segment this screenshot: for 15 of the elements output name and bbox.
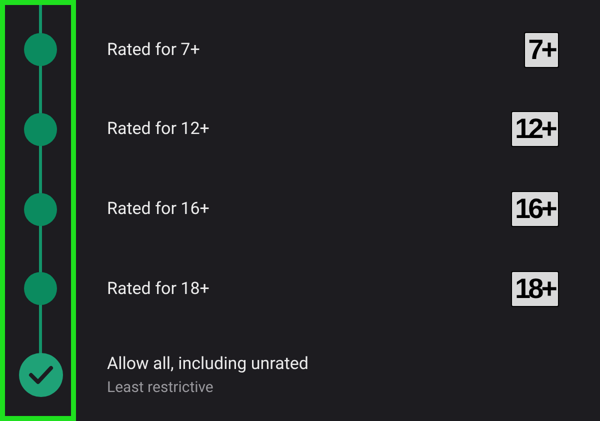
age-rating-badge: 7+ bbox=[524, 32, 559, 68]
age-rating-badge: 12+ bbox=[511, 111, 559, 148]
option-label[interactable]: Rated for 7+ bbox=[107, 40, 200, 60]
age-rating-badge: 18+ bbox=[511, 270, 559, 307]
rating-dot[interactable] bbox=[24, 112, 57, 146]
option-description: Least restrictive bbox=[107, 378, 214, 396]
rating-dot[interactable] bbox=[24, 272, 57, 306]
option-label[interactable]: Rated for 16+ bbox=[107, 199, 210, 220]
rating-dot[interactable] bbox=[24, 192, 57, 226]
option-label[interactable]: Rated for 18+ bbox=[107, 278, 210, 299]
option-label[interactable]: Rated for 12+ bbox=[107, 119, 210, 140]
age-rating-badge: 16+ bbox=[511, 191, 559, 228]
checkmark-icon[interactable] bbox=[18, 352, 62, 397]
rating-dot[interactable] bbox=[24, 33, 57, 66]
option-label[interactable]: Allow all, including unrated bbox=[107, 354, 309, 374]
